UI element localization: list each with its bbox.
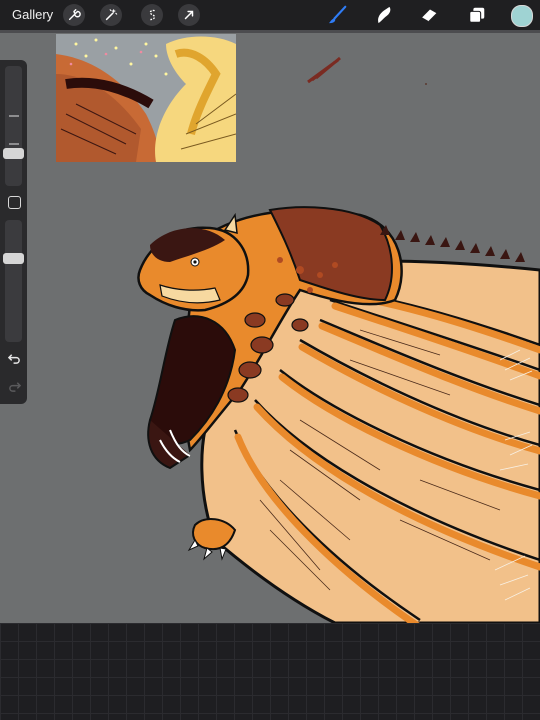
selection-icon[interactable]	[141, 4, 163, 26]
reference-image-thumbnail[interactable]	[56, 34, 236, 162]
size-tick	[9, 143, 19, 145]
color-picker-swatch[interactable]	[511, 5, 533, 27]
wrench-icon[interactable]	[63, 4, 85, 26]
layers-icon[interactable]	[465, 4, 489, 26]
top-toolbar: Gallery	[0, 0, 540, 30]
redo-icon[interactable]	[6, 378, 22, 394]
gallery-button[interactable]: Gallery	[12, 7, 53, 22]
opacity-slider[interactable]	[5, 220, 22, 342]
eraser-icon[interactable]	[418, 4, 442, 26]
magic-wand-icon[interactable]	[100, 4, 122, 26]
modify-button[interactable]	[8, 196, 21, 209]
size-tick	[9, 115, 19, 117]
undo-icon[interactable]	[6, 350, 22, 366]
brush-size-handle[interactable]	[3, 147, 24, 159]
left-sidebar	[0, 60, 27, 404]
brush-size-slider[interactable]	[5, 66, 22, 186]
opacity-handle[interactable]	[3, 253, 24, 265]
smudge-icon[interactable]	[372, 4, 396, 26]
transform-arrow-icon[interactable]	[178, 4, 200, 26]
empty-workspace-grid	[0, 623, 540, 720]
brush-icon[interactable]	[326, 4, 350, 26]
